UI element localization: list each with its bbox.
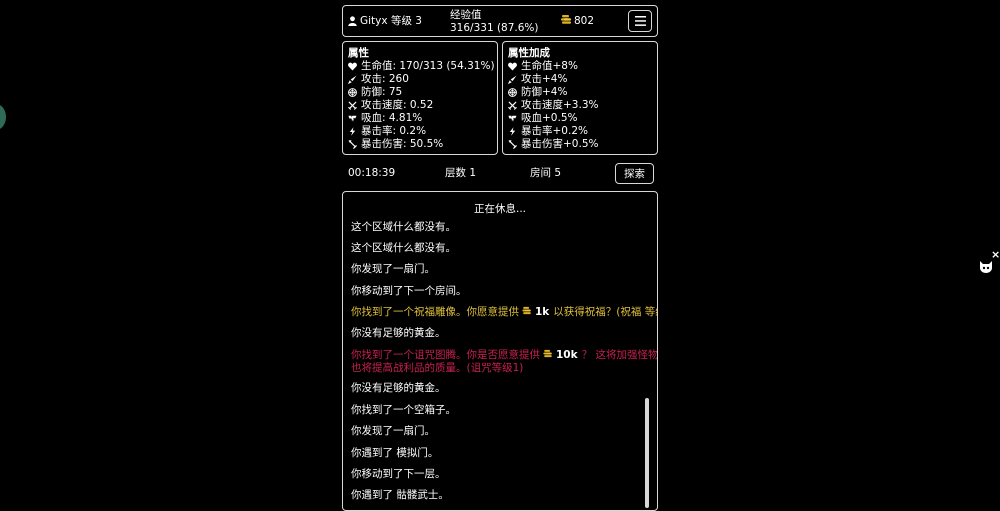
stat-text: 生命值: 170/313 (54.31%): [361, 60, 495, 72]
vampire-icon: [508, 114, 517, 123]
stat-row: 暴击伤害+0.5%: [508, 138, 598, 151]
gold-coins-icon: [540, 349, 556, 361]
shield-icon: [508, 88, 517, 97]
stat-row: 生命值+8%: [508, 60, 578, 73]
stat-row: 攻击速度: 0.52: [348, 99, 433, 112]
hamburger-icon: [635, 16, 646, 26]
stat-text: 暴击率+0.2%: [521, 125, 588, 137]
log-text: ？ 这将加强怪物，但: [581, 349, 658, 361]
stats-title: 属性: [348, 47, 369, 59]
log-text-continued: 也将提高战利品的质量。(诅咒等级1): [351, 362, 524, 374]
shield-icon: [348, 88, 357, 97]
exp-label: 经验值: [450, 9, 482, 21]
stat-text: 攻击速度: 0.52: [361, 99, 434, 111]
menu-button[interactable]: [628, 10, 652, 32]
stat-text: 防御: 75: [361, 86, 403, 98]
log-text: 你找到了一个诅咒图腾。你是否愿意提供: [351, 349, 540, 361]
stat-text: 暴击伤害: 50.5%: [361, 138, 444, 150]
stat-text: 吸血+0.5%: [521, 112, 578, 124]
event-log[interactable]: 正在休息... 这个区域什么都没有。 这个区域什么都没有。 你发现了一扇门。 你移动到…: [342, 191, 658, 511]
crit-damage-icon: [348, 140, 357, 149]
stat-row: 攻击+4%: [508, 73, 567, 86]
explore-button[interactable]: 探索: [615, 163, 654, 184]
lightning-icon: [508, 127, 517, 136]
crit-damage-icon: [508, 140, 517, 149]
crossed-swords-icon: [508, 101, 517, 110]
stat-text: 暴击率: 0.2%: [361, 125, 427, 137]
log-line: 你找到了一个诅咒图腾。你是否愿意提供 10k？ 这将加强怪物，但也将提高战利品的质…: [351, 349, 658, 375]
stat-row: 暴击率: 0.2%: [348, 125, 426, 138]
run-timer: 00:18:39: [348, 167, 396, 179]
gold-amount: 802: [574, 15, 595, 27]
log-scrollbar[interactable]: [645, 398, 649, 508]
log-line: 你移动到了下一个房间。: [351, 285, 467, 297]
floor-indicator: 层数 1: [445, 167, 477, 179]
log-line: 你发现了一扇门。: [351, 425, 435, 437]
lightning-icon: [348, 127, 357, 136]
gold-cost: 1k: [535, 306, 550, 318]
sword-icon: [508, 75, 517, 84]
stat-row: 吸血: 4.81%: [348, 112, 422, 125]
player-name: Gityx: [360, 15, 388, 27]
log-line: 这个区域什么都没有。: [351, 221, 456, 233]
stat-row: 暴击伤害: 50.5%: [348, 138, 443, 151]
log-line: 你遇到了 骷髅武士。: [351, 489, 449, 501]
stat-text: 攻击速度+3.3%: [521, 99, 599, 111]
player-header: Gityx 等级 3 经验值 316/331 (87.6%) 802: [342, 5, 658, 37]
stat-row: 防御+4%: [508, 86, 567, 99]
stat-row: 攻击速度+3.3%: [508, 99, 598, 112]
room-indicator: 房间 5: [530, 167, 562, 179]
cat-icon[interactable]: [979, 260, 993, 274]
log-line: 你移动到了下一层。: [351, 468, 446, 480]
crossed-swords-icon: [348, 101, 357, 110]
log-line: 你没有足够的黄金。: [351, 327, 446, 339]
vampire-icon: [348, 114, 357, 123]
heart-icon: [348, 62, 357, 71]
sword-icon: [348, 75, 357, 84]
stat-row: 暴击率+0.2%: [508, 125, 588, 138]
stat-text: 生命值+8%: [521, 60, 578, 72]
rest-status: 正在休息...: [473, 203, 526, 215]
side-orb[interactable]: [0, 104, 6, 130]
bonus-panel: 属性加成 生命值+8% 攻击+4% 防御+4% 攻击速度+3.3% 吸血+0.5% 暴击率…: [502, 41, 658, 155]
stat-text: 吸血: 4.81%: [361, 112, 423, 124]
heart-icon: [508, 62, 517, 71]
gold-coins-icon: [519, 306, 535, 318]
log-line: 你没有足够的黄金。: [351, 382, 446, 394]
log-line: 你找到了一个空箱子。: [351, 404, 456, 416]
player-level: 等级 3: [390, 15, 422, 27]
stats-panel: 属性 生命值: 170/313 (54.31%) 攻击: 260 防御: 75 攻击速…: [342, 41, 498, 155]
stat-row: 生命值: 170/313 (54.31%): [348, 60, 495, 73]
stat-row: 攻击: 260: [348, 73, 409, 86]
user-icon: [348, 16, 357, 26]
bonus-title: 属性加成: [508, 47, 550, 59]
log-text: 以获得祝福？(祝福 等级1): [553, 306, 657, 318]
stat-text: 暴击伤害+0.5%: [521, 138, 599, 150]
exp-value: 316/331 (87.6%): [450, 22, 539, 34]
log-line: 你遇到了 模拟门。: [351, 447, 439, 459]
log-text: 你找到了一个祝福雕像。你愿意提供: [351, 306, 519, 318]
log-line: 这个区域什么都没有。: [351, 242, 456, 254]
stat-text: 攻击+4%: [521, 73, 568, 85]
log-line: 你发现了一扇门。: [351, 263, 435, 275]
gold-cost: 10k: [556, 349, 578, 361]
gold-coins-icon: [561, 14, 572, 26]
stat-row: 吸血+0.5%: [508, 112, 577, 125]
stat-text: 攻击: 260: [361, 73, 409, 85]
stat-text: 防御+4%: [521, 86, 568, 98]
log-line: 你找到了一个祝福雕像。你愿意提供 1k以获得祝福？(祝福 等级1): [351, 306, 657, 319]
stat-row: 防御: 75: [348, 86, 402, 99]
